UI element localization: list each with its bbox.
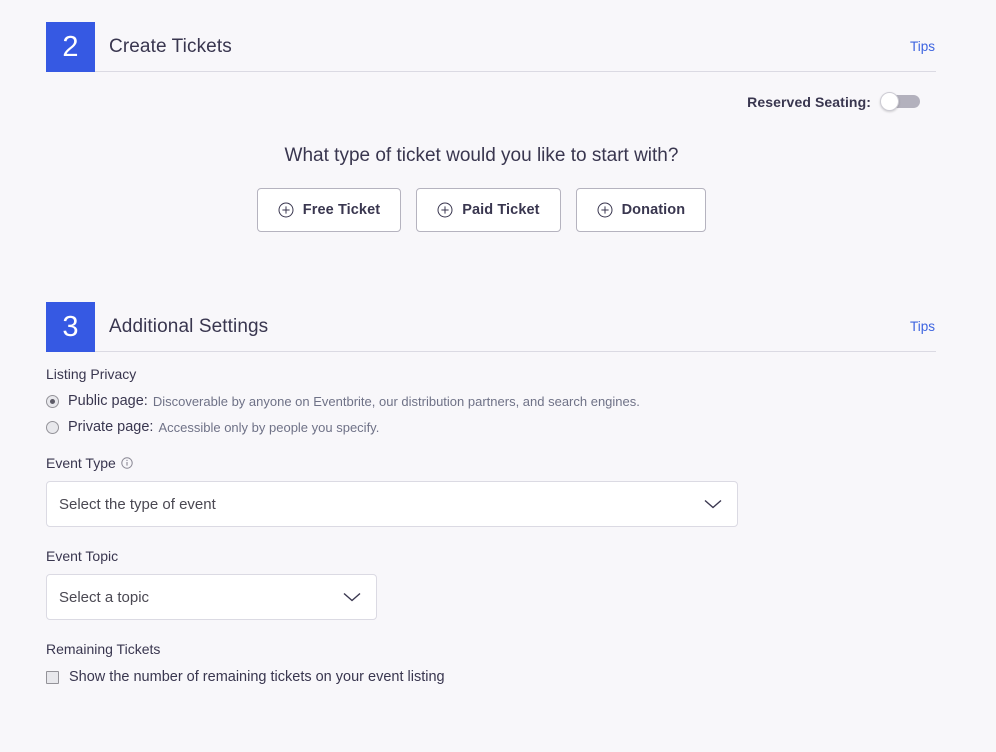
step-number-badge: 2 (46, 22, 95, 72)
event-topic-label: Event Topic (46, 548, 119, 564)
event-type-label-text: Event Type (46, 455, 116, 471)
event-type-label: Event Type (46, 455, 936, 471)
free-ticket-label: Free Ticket (302, 202, 381, 218)
donation-button[interactable]: Donation (575, 188, 707, 232)
paid-ticket-label: Paid Ticket (462, 202, 540, 218)
radio-public-page[interactable] (46, 394, 59, 408)
free-ticket-button[interactable]: Free Ticket (256, 188, 402, 232)
page-title: Create Tickets (109, 35, 232, 57)
listing-privacy-label: Listing Privacy (46, 366, 137, 382)
reserved-seating-label: Reserved Seating: (747, 93, 871, 110)
additional-settings-body: Listing Privacy Public page: Discoverabl… (46, 366, 936, 685)
plus-circle-icon (437, 202, 453, 218)
event-topic-select[interactable]: Select a topic (46, 574, 377, 620)
ticket-type-buttons: Free Ticket Paid Ticket Donation (0, 188, 963, 232)
listing-privacy-option-private[interactable]: Private page: Accessible only by people … (46, 419, 936, 435)
paid-ticket-button[interactable]: Paid Ticket (416, 188, 561, 232)
ticket-type-prompt: What type of ticket would you like to st… (284, 145, 679, 166)
event-type-value: Select the type of event (59, 495, 216, 513)
public-page-description: Discoverable by anyone on Eventbrite, ou… (152, 393, 640, 409)
step-number-badge: 3 (46, 302, 95, 352)
tips-link-create-tickets[interactable]: Tips (910, 39, 936, 54)
show-remaining-tickets-checkbox[interactable] (46, 670, 59, 684)
chevron-down-icon (704, 499, 722, 509)
section-title-additional-settings: Additional Settings (109, 315, 269, 337)
section-header-bar: Create Tickets Tips (95, 22, 936, 72)
section-header-bar: Additional Settings Tips (95, 302, 936, 352)
show-remaining-tickets-label: Show the number of remaining tickets on … (69, 669, 445, 685)
chevron-down-icon (343, 592, 361, 602)
toggle-knob (880, 92, 899, 111)
section-header-create-tickets: 2 Create Tickets Tips (46, 22, 936, 72)
event-type-select[interactable]: Select the type of event (46, 481, 738, 527)
section-header-additional-settings: 3 Additional Settings Tips (46, 302, 936, 352)
info-circle-icon[interactable] (121, 457, 133, 469)
plus-circle-icon (597, 202, 613, 218)
remaining-tickets-label: Remaining Tickets (46, 641, 161, 657)
remaining-tickets-check-row[interactable]: Show the number of remaining tickets on … (46, 669, 936, 685)
page-root: 2 Create Tickets Tips Reserved Seating: … (0, 0, 996, 752)
reserved-seating-row: Reserved Seating: (747, 92, 920, 111)
plus-circle-icon (278, 202, 294, 218)
radio-private-page[interactable] (46, 420, 59, 434)
event-topic-value: Select a topic (59, 588, 150, 606)
private-page-name: Private page: (68, 419, 154, 435)
tips-link-additional-settings[interactable]: Tips (910, 319, 936, 334)
private-page-description: Accessible only by people you specify. (158, 419, 380, 435)
public-page-name: Public page: (68, 393, 148, 409)
donation-label: Donation (621, 202, 686, 218)
listing-privacy-option-public[interactable]: Public page: Discoverable by anyone on E… (46, 393, 936, 409)
reserved-seating-toggle[interactable] (880, 92, 920, 111)
